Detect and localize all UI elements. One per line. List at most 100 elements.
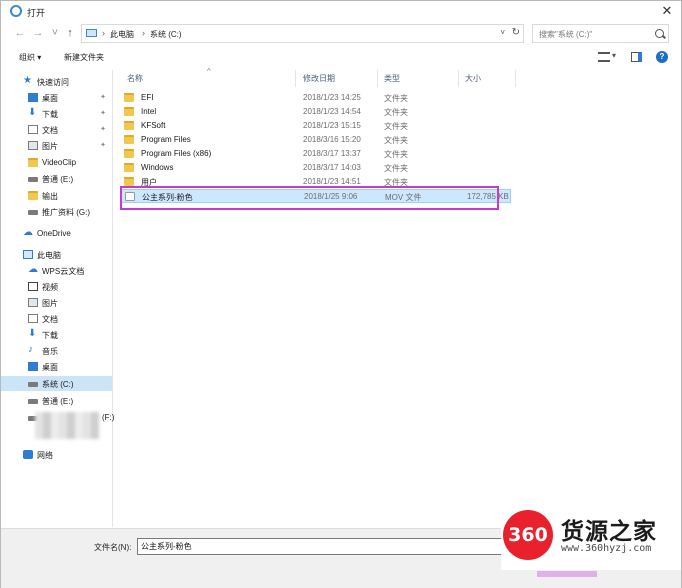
sidebar-item-label: 网络: [37, 451, 53, 460]
breadcrumb-this-pc[interactable]: 此电脑: [110, 29, 134, 40]
sidebar-item-drive-g[interactable]: 推广资料 (G:): [1, 204, 112, 219]
sidebar-item-label: 此电脑: [37, 251, 61, 260]
file-row-efi[interactable]: EFI 2018/1/23 14:25 文件夹: [121, 91, 511, 105]
close-button[interactable]: ✕: [659, 3, 675, 19]
navigation-pane: ★ 快速访问 桌面 ✦ ⬇ 下载 ✦ 文档 ✦ 图片 ✦ VideoClip 普…: [1, 70, 114, 527]
file-date: 2018/3/16 15:20: [303, 135, 361, 144]
desktop-icon: [28, 362, 38, 371]
sidebar-item-music[interactable]: ♪ 音乐: [1, 343, 112, 358]
pin-icon[interactable]: ✦: [100, 93, 106, 101]
file-name: KFSoft: [141, 121, 166, 130]
address-dropdown-button[interactable]: ˅: [500, 28, 505, 37]
sidebar-item-this-pc[interactable]: 此电脑: [1, 247, 112, 262]
folder-icon: [124, 149, 134, 158]
address-row: ← → ˅ ↑ › 此电脑 › 系统 (C:) ˅ ↻ 搜索"系统 (C:)": [1, 23, 681, 45]
pin-icon[interactable]: ✦: [100, 125, 106, 133]
star-icon: ★: [23, 75, 32, 86]
sidebar-item-label: 音乐: [42, 347, 58, 356]
file-row-program-files-x86[interactable]: Program Files (x86) 2018/3/17 13:37 文件夹: [121, 147, 511, 161]
file-date: 2018/1/23 14:25: [303, 93, 361, 102]
sidebar-item-videoclip[interactable]: VideoClip: [1, 155, 112, 170]
column-divider[interactable]: [515, 70, 516, 87]
sidebar-item-output[interactable]: 输出: [1, 188, 112, 203]
file-row-kfsoft[interactable]: KFSoft 2018/1/23 15:15 文件夹: [121, 119, 511, 133]
sidebar-item-pictures-2[interactable]: 图片: [1, 295, 112, 310]
breadcrumb-drive-c[interactable]: 系统 (C:): [150, 29, 182, 40]
file-list: 名称 ^ 修改日期 类型 大小 EFI 2018/1/23 14:25 文件夹 …: [115, 67, 681, 527]
sidebar-item-documents[interactable]: 文档 ✦: [1, 122, 112, 137]
file-row-program-files[interactable]: Program Files 2018/3/16 15:20 文件夹: [121, 133, 511, 147]
sidebar-item-wps-cloud[interactable]: ☁ WPS云文档: [1, 263, 112, 278]
sidebar-item-drive-e-2[interactable]: 普通 (E:): [1, 393, 112, 408]
file-row-windows[interactable]: Windows 2018/3/17 14:03 文件夹: [121, 161, 511, 175]
column-divider[interactable]: [295, 70, 296, 87]
watermark-title: 货源之家: [561, 519, 657, 545]
back-button[interactable]: ←: [13, 26, 27, 40]
folder-icon: [124, 107, 134, 116]
filename-label: 文件名(N):: [94, 543, 132, 552]
sidebar-item-videos[interactable]: 视频: [1, 279, 112, 294]
forward-button[interactable]: →: [31, 26, 45, 40]
sidebar-item-label: 文档: [42, 126, 58, 135]
recent-locations-button[interactable]: ˅: [48, 26, 62, 40]
file-type: 文件夹: [384, 122, 408, 131]
sidebar-item-label: 图片: [42, 299, 58, 308]
watermark-logo: 360: [503, 510, 553, 560]
column-header-type[interactable]: 类型: [384, 73, 400, 90]
sidebar-item-downloads[interactable]: ⬇ 下载 ✦: [1, 106, 112, 121]
address-bar[interactable]: › 此电脑 › 系统 (C:) ˅ ↻: [81, 24, 524, 43]
filename-input[interactable]: [137, 538, 507, 555]
sidebar-item-pictures[interactable]: 图片 ✦: [1, 138, 112, 153]
sort-ascending-icon: ^: [207, 67, 211, 76]
file-date: 2018/1/23 14:51: [303, 177, 361, 186]
file-type: 文件夹: [384, 108, 408, 117]
folder-icon: [28, 191, 38, 200]
sidebar-item-drive-c[interactable]: 系统 (C:): [1, 376, 112, 391]
sidebar-item-downloads-2[interactable]: ⬇ 下载: [1, 327, 112, 342]
watermark-url: www.360hyzj.com: [561, 543, 652, 554]
cloud-icon: ☁: [23, 227, 33, 238]
column-header-size[interactable]: 大小: [465, 73, 481, 90]
view-dropdown-icon[interactable]: ▾: [612, 51, 616, 60]
file-row-intel[interactable]: Intel 2018/1/23 14:54 文件夹: [121, 105, 511, 119]
search-icon: [655, 29, 664, 38]
sidebar-item-quick-access[interactable]: ★ 快速访问: [1, 74, 112, 89]
column-divider[interactable]: [458, 70, 459, 87]
view-list-icon[interactable]: [598, 52, 610, 62]
pin-icon[interactable]: ✦: [100, 141, 106, 149]
sidebar-item-drive-e[interactable]: 普通 (E:): [1, 171, 112, 186]
sidebar-item-label: 视频: [42, 283, 58, 292]
new-folder-button[interactable]: 新建文件夹: [64, 52, 104, 63]
picture-icon: [28, 141, 38, 150]
sidebar-item-desktop[interactable]: 桌面 ✦: [1, 90, 112, 105]
up-button[interactable]: ↑: [63, 26, 77, 40]
sidebar-item-desktop-2[interactable]: 桌面: [1, 359, 112, 374]
download-icon: ⬇: [28, 107, 37, 118]
command-bar: 组织 ▾ 新建文件夹 ▾ ?: [1, 47, 681, 68]
file-name: EFI: [141, 93, 154, 102]
sidebar-item-label: 桌面: [42, 94, 58, 103]
help-icon[interactable]: ?: [656, 51, 668, 63]
folder-icon: [124, 93, 134, 102]
sidebar-item-network[interactable]: 网络: [1, 447, 112, 462]
sidebar-item-onedrive[interactable]: ☁ OneDrive: [1, 226, 112, 241]
sidebar-item-label: 文档: [42, 315, 58, 324]
preview-pane-icon[interactable]: [631, 52, 642, 62]
column-header-date[interactable]: 修改日期: [303, 73, 335, 90]
sidebar-item-label: 桌面: [42, 363, 58, 372]
download-icon: ⬇: [28, 328, 37, 339]
sidebar-item-label: 推广资料 (G:): [42, 208, 90, 217]
folder-icon: [124, 135, 134, 144]
refresh-button[interactable]: ↻: [512, 27, 520, 38]
sidebar-item-documents-2[interactable]: 文档: [1, 311, 112, 326]
blurred-region: [35, 412, 99, 439]
column-header-name[interactable]: 名称: [127, 73, 143, 90]
open-button-partial[interactable]: [537, 571, 597, 577]
pin-icon[interactable]: ✦: [100, 109, 106, 117]
drive-icon: [28, 177, 38, 182]
column-divider[interactable]: [377, 70, 378, 87]
file-date: 2018/3/17 14:03: [303, 163, 361, 172]
organize-button[interactable]: 组织 ▾: [19, 52, 41, 63]
sidebar-item-label: OneDrive: [37, 229, 71, 238]
search-input[interactable]: 搜索"系统 (C:)": [532, 24, 669, 43]
